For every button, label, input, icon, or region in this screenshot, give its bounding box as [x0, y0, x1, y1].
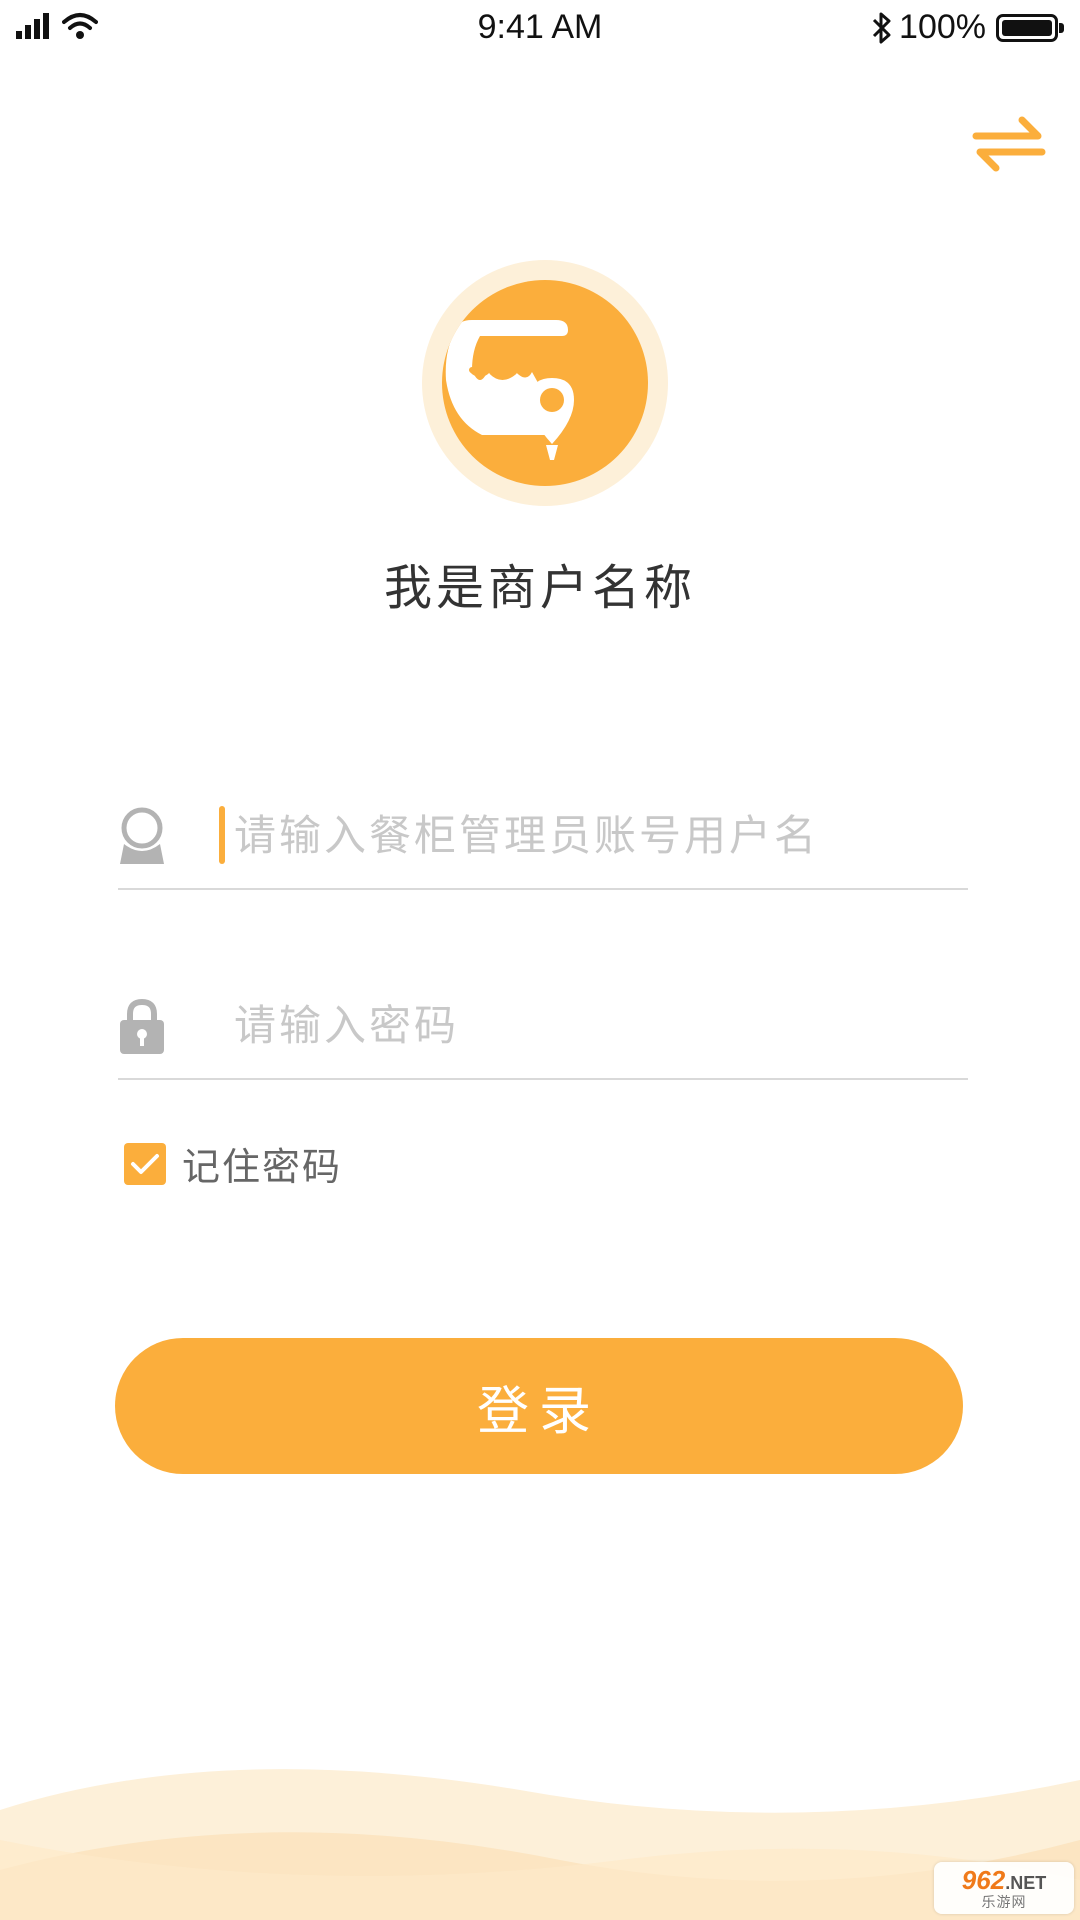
password-input[interactable] — [226, 990, 964, 1060]
login-screen: 9:41 AM 100% 我是商户名称 请输入餐柜管理员账号用户名 记住密码 登… — [0, 0, 1080, 1920]
user-icon — [120, 807, 164, 864]
shop-location-logo — [422, 260, 668, 506]
status-bar: 9:41 AM 100% — [0, 0, 1080, 60]
swap-arrows-icon — [972, 116, 1046, 172]
checkmark-icon — [131, 1153, 159, 1174]
battery-icon — [996, 13, 1064, 42]
remember-password-toggle[interactable]: 记住密码 — [124, 1136, 342, 1191]
battery-percent: 100% — [899, 8, 986, 46]
merchant-name: 我是商户名称 — [383, 560, 696, 616]
username-input[interactable] — [226, 800, 964, 870]
username-row — [118, 790, 968, 890]
site-watermark: 962.NET 乐游网 — [934, 1862, 1074, 1914]
login-button[interactable]: 登录 — [115, 1338, 963, 1474]
text-caret — [219, 806, 225, 864]
password-row — [118, 980, 968, 1080]
battery-fill — [1002, 19, 1052, 36]
switch-button[interactable] — [970, 108, 1048, 178]
remember-checkbox[interactable] — [124, 1142, 166, 1185]
lock-icon — [120, 998, 164, 1054]
remember-label: 记住密码 — [182, 1145, 343, 1189]
bluetooth-icon — [872, 12, 891, 43]
watermark-top: 962.NET — [962, 1867, 1046, 1893]
status-right: 100% — [871, 8, 1064, 47]
watermark-suffix: .NET — [1005, 1872, 1047, 1893]
watermark-bottom: 乐游网 — [981, 1894, 1027, 1911]
watermark-number: 962 — [961, 1864, 1006, 1895]
bottom-waves — [0, 1769, 1080, 1920]
